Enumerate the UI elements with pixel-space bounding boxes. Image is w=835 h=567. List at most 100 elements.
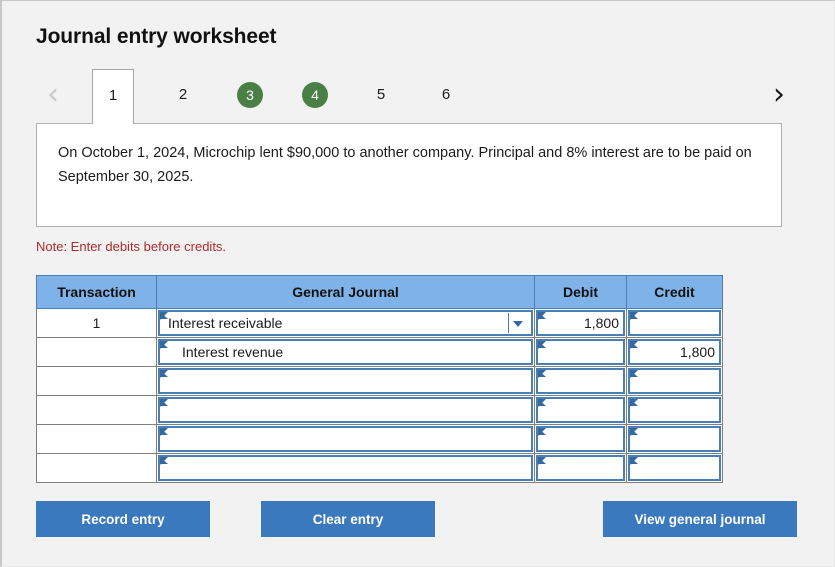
cell-transaction <box>36 453 157 483</box>
column-header-credit: Credit <box>626 275 723 309</box>
cell-marker-icon <box>160 312 168 320</box>
cell-account-input[interactable] <box>158 426 533 452</box>
cell-account-value: Interest revenue <box>182 344 284 360</box>
cell-debit[interactable] <box>534 395 627 425</box>
cell-account[interactable] <box>156 366 535 396</box>
cell-debit-input[interactable] <box>536 455 625 481</box>
tab-label-6: 6 <box>441 86 451 103</box>
cell-debit-value <box>542 428 619 450</box>
cell-credit[interactable] <box>626 366 723 396</box>
cell-account-input[interactable] <box>158 397 533 423</box>
cell-debit-value <box>542 399 619 421</box>
scenario-text: On October 1, 2024, Microchip lent $90,0… <box>58 145 752 185</box>
tab-2[interactable]: 2 <box>162 69 204 123</box>
cell-transaction <box>36 366 157 396</box>
cell-debit-input[interactable]: 1,800 <box>536 310 625 336</box>
table-row <box>36 395 723 425</box>
cell-debit[interactable] <box>534 337 627 367</box>
cell-credit-value <box>634 370 715 392</box>
table-row: Interest revenue 1,800 <box>36 337 723 367</box>
clear-entry-button[interactable]: Clear entry <box>261 501 435 537</box>
cell-marker-icon <box>160 428 168 436</box>
chevron-left-icon[interactable]: ‹ <box>40 75 66 115</box>
cell-transaction <box>36 424 157 454</box>
cell-marker-icon <box>160 457 168 465</box>
view-general-journal-button[interactable]: View general journal <box>603 501 797 537</box>
cell-credit-value <box>634 457 715 479</box>
cell-credit[interactable]: 1,800 <box>626 337 723 367</box>
record-entry-button[interactable]: Record entry <box>36 501 210 537</box>
scenario-panel: On October 1, 2024, Microchip lent $90,0… <box>36 123 782 227</box>
chevron-down-icon[interactable] <box>508 313 529 333</box>
cell-account-value <box>168 370 525 392</box>
tab-6[interactable]: 6 <box>425 69 467 123</box>
cell-credit-input[interactable] <box>628 426 721 452</box>
cell-credit[interactable] <box>626 308 723 338</box>
tab-4[interactable]: 4 <box>294 69 336 123</box>
journal-entry-table: Transaction General Journal Debit Credit… <box>36 275 723 483</box>
table-header-row: Transaction General Journal Debit Credit <box>36 275 723 309</box>
tab-label-1: 1 <box>108 87 118 104</box>
tab-label-2: 2 <box>178 86 188 103</box>
column-header-general-journal: General Journal <box>156 275 535 309</box>
cell-transaction: 1 <box>36 308 157 338</box>
cell-account[interactable] <box>156 453 535 483</box>
cell-debit-input[interactable] <box>536 368 625 394</box>
cell-account-value: Interest receivable <box>168 315 283 331</box>
cell-credit-value <box>634 399 715 421</box>
cell-credit[interactable] <box>626 395 723 425</box>
cell-debit-input[interactable] <box>536 339 625 365</box>
cell-debit[interactable] <box>534 424 627 454</box>
cell-account[interactable] <box>156 424 535 454</box>
cell-credit-input[interactable] <box>628 368 721 394</box>
tab-label-3: 3 <box>237 82 263 108</box>
cell-marker-icon <box>160 341 168 349</box>
page-title: Journal entry worksheet <box>36 25 277 48</box>
tab-5[interactable]: 5 <box>360 69 402 123</box>
table-body: 1 Interest receivable 1,800 Interest revenu… <box>36 308 723 483</box>
chevron-right-icon[interactable]: › <box>766 75 792 115</box>
tab-label-5: 5 <box>376 86 386 103</box>
cell-account[interactable] <box>156 395 535 425</box>
cell-credit-input[interactable] <box>628 310 721 336</box>
cell-credit[interactable] <box>626 453 723 483</box>
cell-account[interactable]: Interest receivable <box>156 308 535 338</box>
cell-account[interactable]: Interest revenue <box>156 337 535 367</box>
table-row: 1 Interest receivable 1,800 <box>36 308 723 338</box>
cell-transaction <box>36 395 157 425</box>
cell-marker-icon <box>160 370 168 378</box>
cell-account-input[interactable]: Interest revenue <box>158 339 533 365</box>
tab-3[interactable]: 3 <box>229 69 271 123</box>
cell-credit-input[interactable] <box>628 397 721 423</box>
cell-debit-input[interactable] <box>536 397 625 423</box>
cell-debit[interactable]: 1,800 <box>534 308 627 338</box>
cell-marker-icon <box>160 399 168 407</box>
cell-account-value <box>168 457 525 479</box>
cell-credit-input[interactable]: 1,800 <box>628 339 721 365</box>
cell-account-value <box>168 428 525 450</box>
instruction-note: Note: Enter debits before credits. <box>36 239 227 254</box>
cell-debit[interactable] <box>534 366 627 396</box>
table-row <box>36 366 723 396</box>
cell-account-input[interactable]: Interest receivable <box>158 310 533 336</box>
tab-1[interactable]: 1 <box>92 69 134 124</box>
column-header-debit: Debit <box>534 275 627 309</box>
cell-account-input[interactable] <box>158 455 533 481</box>
table-row <box>36 424 723 454</box>
cell-debit-value <box>542 341 619 363</box>
cell-credit-value: 1,800 <box>679 344 715 360</box>
cell-account-input[interactable] <box>158 368 533 394</box>
cell-debit-value <box>542 370 619 392</box>
cell-debit-value: 1,800 <box>583 315 619 331</box>
cell-credit-value <box>634 312 715 334</box>
cell-credit-input[interactable] <box>628 455 721 481</box>
table-row <box>36 453 723 483</box>
worksheet-page: Journal entry worksheet ‹ 1 2 3 4 5 6 › On Oc… <box>0 0 835 567</box>
cell-debit-input[interactable] <box>536 426 625 452</box>
column-header-transaction: Transaction <box>36 275 157 309</box>
cell-debit-value <box>542 457 619 479</box>
cell-account-value <box>168 399 525 421</box>
tab-label-4: 4 <box>302 82 328 108</box>
cell-debit[interactable] <box>534 453 627 483</box>
cell-credit[interactable] <box>626 424 723 454</box>
